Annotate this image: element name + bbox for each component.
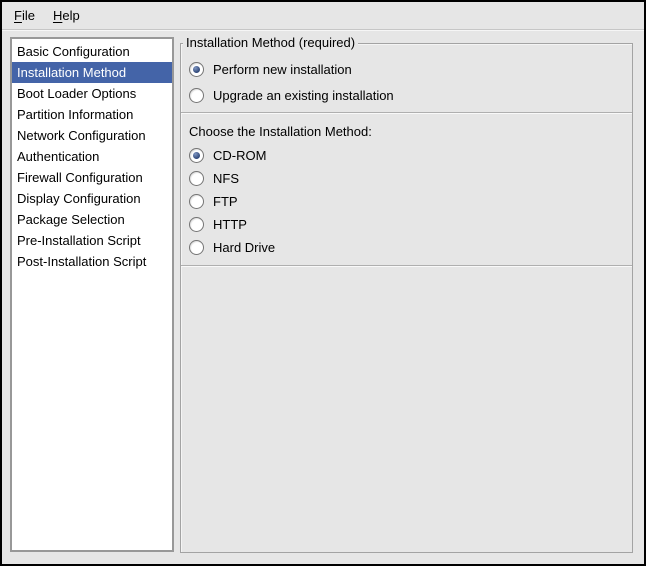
sidebar-item-partition-information[interactable]: Partition Information	[12, 104, 172, 125]
radio-option-label: Hard Drive	[213, 240, 275, 255]
radio-button-icon	[189, 88, 204, 103]
radio-option-label: HTTP	[213, 217, 247, 232]
sidebar-item-post-installation-script[interactable]: Post-Installation Script	[12, 251, 172, 272]
sidebar-item-firewall-configuration[interactable]: Firewall Configuration	[12, 167, 172, 188]
menu-file[interactable]: File	[5, 2, 44, 29]
sidebar-item-display-configuration[interactable]: Display Configuration	[12, 188, 172, 209]
sidebar-list[interactable]: Basic ConfigurationInstallation MethodBo…	[10, 37, 174, 552]
sidebar-item-basic-configuration[interactable]: Basic Configuration	[12, 41, 172, 62]
radio-option-nfs[interactable]: NFS	[189, 167, 624, 190]
kickstart-configurator-window: FileHelp Basic ConfigurationInstallation…	[0, 0, 646, 566]
radio-option-label: NFS	[213, 171, 239, 186]
menu-help[interactable]: Help	[44, 2, 89, 29]
sidebar-item-authentication[interactable]: Authentication	[12, 146, 172, 167]
radio-option-label: Perform new installation	[213, 62, 352, 77]
radio-option-perform-new-installation[interactable]: Perform new installation	[189, 56, 624, 82]
separator	[181, 265, 632, 267]
radio-button-icon	[189, 217, 204, 232]
install-type-radio-group: Perform new installation Upgrade an exist…	[181, 44, 632, 112]
radio-option-label: FTP	[213, 194, 238, 209]
sidebar-item-installation-method[interactable]: Installation Method	[12, 62, 172, 83]
sidebar-item-package-selection[interactable]: Package Selection	[12, 209, 172, 230]
radio-button-icon	[189, 62, 204, 77]
radio-option-http[interactable]: HTTP	[189, 213, 624, 236]
radio-button-icon	[189, 194, 204, 209]
frame-title: Installation Method (required)	[183, 35, 358, 51]
radio-option-cd-rom[interactable]: CD-ROM	[189, 144, 624, 167]
sidebar-item-pre-installation-script[interactable]: Pre-Installation Script	[12, 230, 172, 251]
method-radio-group: Choose the Installation Method: CD-ROM NF…	[181, 114, 632, 265]
sidebar-item-network-configuration[interactable]: Network Configuration	[12, 125, 172, 146]
sidebar-item-boot-loader-options[interactable]: Boot Loader Options	[12, 83, 172, 104]
radio-option-label: Upgrade an existing installation	[213, 88, 394, 103]
radio-button-icon	[189, 148, 204, 163]
installation-method-panel: Installation Method (required) Perform n…	[180, 43, 633, 553]
radio-option-hard-drive[interactable]: Hard Drive	[189, 236, 624, 259]
radio-option-ftp[interactable]: FTP	[189, 190, 624, 213]
menubar: FileHelp	[2, 2, 644, 30]
radio-button-icon	[189, 171, 204, 186]
choose-method-label: Choose the Installation Method:	[189, 119, 624, 144]
radio-option-label: CD-ROM	[213, 148, 266, 163]
radio-option-upgrade-an-existing-installation[interactable]: Upgrade an existing installation	[189, 82, 624, 108]
radio-button-icon	[189, 240, 204, 255]
